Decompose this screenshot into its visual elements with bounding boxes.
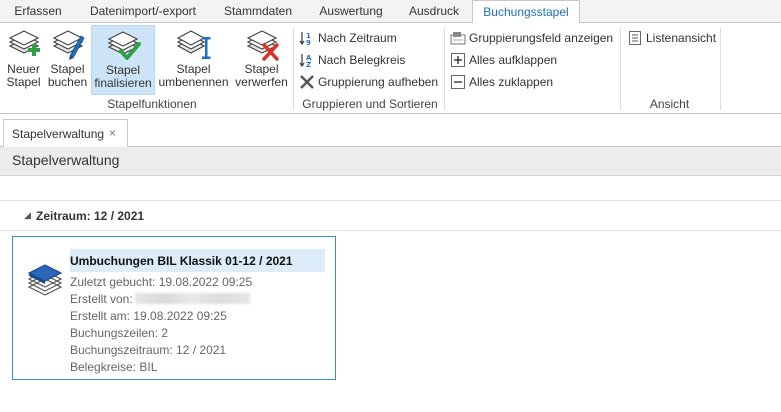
card-title: Umbuchungen BIL Klassik 01-12 / 2021	[70, 254, 293, 268]
book-stack-label-2: buchen	[47, 75, 88, 89]
new-stack-button[interactable]: Neuer Stapel	[3, 25, 44, 95]
collapse-arrow-icon[interactable]: ◢	[24, 210, 31, 221]
sort-numeric-icon: 1 9	[299, 32, 311, 46]
group-label-ansicht: Ansicht	[649, 97, 690, 111]
document-tab-strip: Stapelverwaltung ×	[0, 114, 781, 148]
stack-card[interactable]: Umbuchungen BIL Klassik 01-12 / 2021 Zul…	[12, 236, 336, 380]
booking-period-text: Buchungszeitraum: 12 / 2021	[70, 343, 227, 357]
svg-text:Z: Z	[306, 61, 311, 68]
book-stack-label-1: Stapel	[50, 62, 85, 76]
doc-tab-label: Stapelverwaltung	[12, 127, 105, 141]
ribbon-tab-bar: Erfassen Datenimport/-export Stammdaten …	[0, 0, 781, 24]
book-stack-button[interactable]: Stapel buchen	[45, 25, 90, 95]
group-by-period-label: Nach Zeitraum	[318, 31, 397, 45]
discard-stack-button[interactable]: Stapel verwerfen	[233, 25, 290, 95]
group-by-belegkreis-label: Nach Belegkreis	[318, 53, 406, 67]
svg-text:9: 9	[306, 39, 311, 46]
created-at-text: Erstellt am: 19.08.2022 09:25	[70, 309, 227, 323]
grouping-field-icon	[450, 32, 466, 45]
rename-stack-label-1: Stapel	[176, 62, 211, 76]
show-grouping-field-label: Gruppierungsfeld anzeigen	[469, 31, 614, 45]
tab-datenimport-export[interactable]: Datenimport/-export	[76, 0, 210, 23]
view-header: Stapelverwaltung	[0, 147, 781, 176]
stack-icon	[27, 264, 63, 296]
last-booked-text: Zuletzt gebucht: 19.08.2022 09:25	[70, 275, 253, 289]
new-stack-label-2: Stapel	[6, 75, 41, 89]
group-separator	[720, 27, 721, 110]
rename-stack-button[interactable]: Stapel umbenennen	[156, 25, 231, 95]
group-label-gruppieren: Gruppieren und Sortieren	[302, 97, 438, 111]
booking-lines-text: Buchungszeilen: 2	[70, 326, 169, 340]
new-stack-label-1: Neuer	[7, 62, 40, 76]
book-stack-icon	[52, 30, 85, 60]
discard-stack-label-2: verwerfen	[235, 75, 288, 89]
list-view-label: Listenansicht	[646, 31, 717, 45]
created-by-text: Erstellt von:	[70, 292, 133, 306]
period-group-header[interactable]: ◢ Zeitraum: 12 / 2021	[0, 201, 781, 231]
rename-stack-label-2: umbenennen	[158, 75, 229, 89]
discard-stack-icon	[246, 30, 279, 61]
ribbon-panel: Neuer Stapel Stapel buchen Stapel finalisie…	[0, 23, 781, 114]
created-by-row: Erstellt von:	[70, 292, 250, 306]
collapse-all-label: Alles zuklappen	[469, 75, 554, 89]
discard-stack-label-1: Stapel	[244, 62, 279, 76]
period-group-label: Zeitraum: 12 / 2021	[36, 209, 145, 223]
tab-buchungsstapel[interactable]: Buchungsstapel	[472, 0, 580, 24]
rename-stack-icon	[176, 30, 210, 59]
tab-stapelverwaltung[interactable]: Stapelverwaltung ×	[3, 119, 128, 148]
expand-all-label: Alles aufklappen	[469, 53, 558, 67]
new-stack-icon	[8, 30, 40, 56]
group-label-stapelfunktionen: Stapelfunktionen	[107, 97, 197, 111]
finalize-stack-label-1: Stapel	[105, 63, 141, 77]
page-title: Stapelverwaltung	[12, 152, 120, 168]
tab-erfassen[interactable]: Erfassen	[4, 0, 72, 23]
tab-stammdaten[interactable]: Stammdaten	[212, 0, 304, 23]
list-view-icon	[629, 31, 641, 45]
remove-grouping-icon	[300, 75, 314, 89]
tab-ausdruck[interactable]: Ausdruck	[398, 0, 470, 23]
redacted-user	[134, 293, 250, 304]
group-separator	[444, 27, 445, 110]
finalize-stack-icon	[107, 31, 141, 60]
tab-auswertung[interactable]: Auswertung	[306, 0, 396, 23]
finalize-stack-label-2: finalisieren	[94, 76, 152, 90]
close-icon[interactable]: ×	[109, 126, 116, 140]
document-circles-text: Belegkreise: BIL	[70, 360, 158, 374]
sort-alpha-icon: A Z	[299, 54, 312, 68]
group-separator	[293, 27, 294, 110]
finalize-stack-button[interactable]: Stapel finalisieren	[91, 25, 155, 95]
collapse-all-icon	[451, 75, 465, 89]
expand-all-icon	[451, 53, 465, 67]
group-separator	[620, 27, 621, 110]
filter-row	[0, 176, 781, 201]
remove-grouping-label: Gruppierung aufheben	[318, 75, 439, 89]
